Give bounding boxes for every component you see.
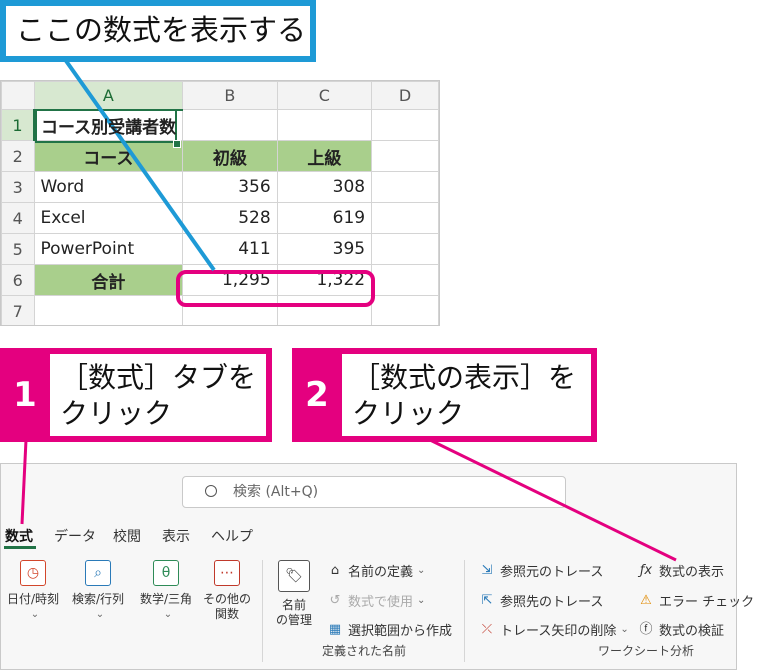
cell-a1-text: コース別受講者数 <box>41 117 177 138</box>
leader-line-step2 <box>429 438 677 562</box>
leader-line-top <box>62 56 216 272</box>
leader-line-step1 <box>20 439 28 525</box>
leader-lines <box>20 56 677 562</box>
